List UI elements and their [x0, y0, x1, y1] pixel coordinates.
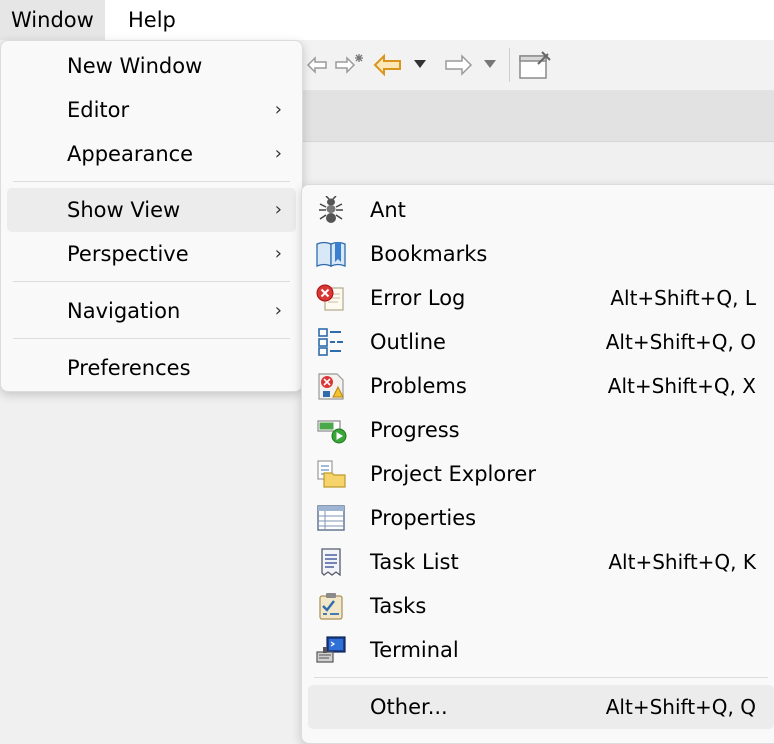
chevron-right-icon: › [274, 199, 282, 220]
menu-separator [13, 338, 290, 339]
view-item-label: Task List [370, 550, 459, 574]
view-item-project-explorer[interactable]: Project Explorer [308, 452, 774, 496]
back-dropdown-icon[interactable] [412, 58, 428, 70]
view-item-properties[interactable]: Properties [308, 496, 774, 540]
progress-icon [317, 420, 347, 444]
properties-icon [317, 505, 345, 531]
menu-item-label: Show View [67, 198, 181, 222]
view-item-ant[interactable]: Ant [308, 188, 774, 232]
task-list-icon [321, 548, 341, 576]
ant-icon [319, 196, 343, 223]
view-item-label: Outline [370, 330, 446, 354]
menu-bar: Window Help [0, 0, 774, 40]
view-item-task-list[interactable]: Task List Alt+Shift+Q, K [308, 540, 774, 584]
menu-separator [314, 677, 768, 678]
problems-icon [318, 373, 344, 400]
view-item-tasks[interactable]: Tasks [308, 584, 774, 628]
menu-item-label: Navigation [67, 299, 181, 323]
menu-separator [13, 281, 290, 282]
menu-item-label: Appearance [67, 142, 194, 166]
pin-editor-icon[interactable] [518, 50, 552, 80]
view-item-label: Terminal [370, 638, 459, 662]
view-item-shortcut: Alt+Shift+Q, K [608, 550, 756, 574]
terminal-icon [316, 636, 346, 663]
next-edit-icon[interactable] [332, 52, 366, 78]
chevron-right-icon: › [274, 99, 282, 120]
view-item-shortcut: Alt+Shift+Q, L [610, 286, 756, 310]
view-item-label: Ant [370, 198, 406, 222]
view-item-error-log[interactable]: Error Log Alt+Shift+Q, L [308, 276, 774, 320]
menu-window[interactable]: Window [0, 0, 105, 40]
menu-item-show-view[interactable]: Show View › [7, 188, 296, 232]
view-item-label: Problems [370, 374, 467, 398]
menu-help[interactable]: Help [117, 0, 187, 40]
menu-item-preferences[interactable]: Preferences [7, 346, 296, 390]
menu-item-navigation[interactable]: Navigation › [7, 289, 296, 333]
view-item-terminal[interactable]: Terminal [308, 628, 774, 672]
view-item-label: Project Explorer [370, 462, 536, 486]
toolbar-separator [509, 48, 510, 82]
forward-dropdown-icon[interactable] [482, 58, 498, 70]
menu-item-new-window[interactable]: New Window [7, 44, 296, 88]
view-item-label: Properties [370, 506, 477, 530]
menu-item-label: New Window [67, 54, 203, 78]
project-explorer-icon [317, 460, 346, 488]
chevron-right-icon: › [274, 243, 282, 264]
error-log-icon [316, 284, 344, 311]
view-item-other[interactable]: Other... Alt+Shift+Q, Q [308, 685, 774, 729]
previous-edit-icon[interactable] [304, 52, 330, 78]
view-item-outline[interactable]: Outline Alt+Shift+Q, O [308, 320, 774, 364]
view-item-shortcut: Alt+Shift+Q, Q [605, 695, 756, 719]
view-item-label: Tasks [370, 594, 427, 618]
view-item-label: Progress [370, 418, 460, 442]
chevron-right-icon: › [274, 143, 282, 164]
chevron-right-icon: › [274, 300, 282, 321]
menu-item-editor[interactable]: Editor › [7, 88, 296, 132]
show-view-submenu: Ant Bookmarks Error Log Alt+Shift+Q, L O… [301, 184, 774, 744]
window-menu: New Window Editor › Appearance › Show Vi… [0, 40, 303, 392]
view-item-shortcut: Alt+Shift+Q, X [607, 374, 756, 398]
menu-separator [13, 181, 290, 182]
bookmarks-icon [316, 241, 346, 267]
forward-icon[interactable] [442, 52, 474, 78]
view-item-label: Bookmarks [370, 242, 488, 266]
view-item-progress[interactable]: Progress [308, 408, 774, 452]
menu-item-appearance[interactable]: Appearance › [7, 132, 296, 176]
view-item-problems[interactable]: Problems Alt+Shift+Q, X [308, 364, 774, 408]
tasks-icon [319, 593, 343, 620]
view-item-label: Error Log [370, 286, 466, 310]
menu-item-label: Perspective [67, 242, 189, 266]
view-item-bookmarks[interactable]: Bookmarks [308, 232, 774, 276]
view-item-shortcut: Alt+Shift+Q, O [605, 330, 756, 354]
menu-item-perspective[interactable]: Perspective › [7, 232, 296, 276]
menu-item-label: Preferences [67, 356, 191, 380]
menu-item-label: Editor [67, 98, 130, 122]
view-item-label: Other... [370, 695, 448, 719]
outline-icon [318, 328, 343, 356]
back-icon[interactable] [372, 52, 404, 78]
